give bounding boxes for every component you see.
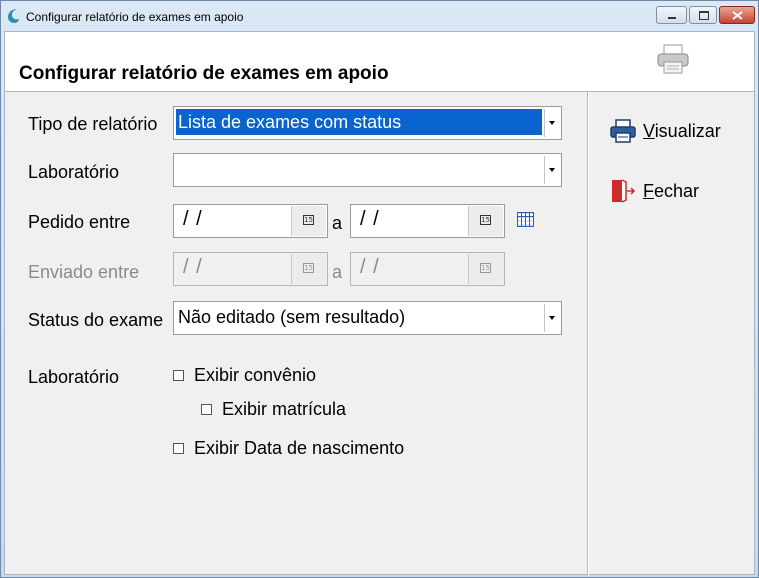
checkbox-box[interactable]: [173, 443, 184, 454]
tipo-relatorio-select[interactable]: Lista de exames com status: [173, 106, 562, 140]
enviado-from-value: / /: [183, 256, 203, 278]
laboratorio-label: Laboratório: [28, 162, 120, 182]
exibir-matricula-label: Exibir matrícula: [222, 399, 347, 419]
exit-door-icon: [612, 179, 636, 203]
printer-icon: [657, 44, 689, 74]
close-button[interactable]: [719, 6, 755, 24]
visualizar-button[interactable]: Visualizar: [609, 118, 721, 144]
app-window: Configurar relatório de exames em apoio …: [0, 0, 759, 578]
exibir-nascimento-checkbox[interactable]: Exibir Data de nascimento: [173, 438, 404, 459]
header-panel: Configurar relatório de exames em apoio: [5, 32, 754, 92]
pedido-to-date[interactable]: / / 15: [350, 204, 505, 238]
calendar-icon: 15: [303, 263, 314, 273]
fechar-label: Fechar: [643, 180, 700, 201]
status-exame-value: Não editado (sem resultado): [178, 307, 406, 327]
close-icon: [732, 11, 743, 20]
pedido-from-value: / /: [183, 208, 203, 230]
status-exame-select[interactable]: Não editado (sem resultado): [173, 301, 562, 335]
chevron-down-icon[interactable]: [544, 304, 560, 332]
laboratorio-value: [176, 156, 542, 182]
visualizar-label: Visualizar: [643, 120, 721, 141]
calendar-icon: 15: [303, 215, 314, 225]
enviado-from-date: / / 15: [173, 252, 328, 286]
enviado-to-date: / / 15: [350, 252, 505, 286]
vertical-divider: [587, 92, 589, 576]
printer-icon: [610, 119, 636, 143]
title-bar[interactable]: Configurar relatório de exames em apoio: [1, 1, 758, 31]
tipo-relatorio-value: Lista de exames com status: [176, 109, 542, 135]
exibir-convenio-label: Exibir convênio: [194, 365, 317, 385]
maximize-icon: [699, 11, 709, 20]
maximize-button[interactable]: [689, 6, 717, 24]
enviado-to-value: / /: [360, 256, 380, 278]
checkbox-box[interactable]: [173, 370, 184, 381]
minimize-icon: [668, 17, 676, 19]
checkbox-box[interactable]: [201, 404, 212, 415]
enviado-entre-label: Enviado entre: [28, 262, 140, 282]
pedido-range-separator: a: [332, 213, 343, 233]
enviado-to-calendar-button: 15: [468, 254, 503, 284]
pedido-to-calendar-button[interactable]: 15: [468, 206, 503, 236]
laboratorio-select[interactable]: [173, 153, 562, 187]
dialog-body: Configurar relatório de exames em apoio …: [4, 31, 755, 576]
minimize-button[interactable]: [656, 6, 687, 24]
exibir-convenio-checkbox[interactable]: Exibir convênio: [173, 365, 316, 386]
app-icon: [8, 9, 19, 23]
page-title: Configurar relatório de exames em apoio: [19, 63, 389, 84]
chevron-down-icon[interactable]: [544, 156, 560, 184]
pedido-from-calendar-button[interactable]: 15: [291, 206, 326, 236]
window-title: Configurar relatório de exames em apoio: [26, 10, 244, 24]
exibir-matricula-checkbox[interactable]: Exibir matrícula: [201, 399, 346, 420]
laboratorio-options-label: Laboratório: [28, 367, 120, 387]
fechar-button[interactable]: Fechar: [609, 178, 699, 204]
pedido-to-value: / /: [360, 208, 380, 230]
exibir-nascimento-label: Exibir Data de nascimento: [194, 438, 405, 458]
status-exame-label: Status do exame: [28, 310, 164, 330]
calendar-icon: 15: [480, 215, 491, 225]
tipo-relatorio-label: Tipo de relatório: [28, 114, 158, 134]
calendar-icon: 15: [480, 263, 491, 273]
enviado-range-separator: a: [332, 262, 343, 282]
pedido-from-date[interactable]: / / 15: [173, 204, 328, 238]
enviado-from-calendar-button: 15: [291, 254, 326, 284]
chevron-down-icon[interactable]: [544, 109, 560, 137]
table-grid-icon[interactable]: [517, 212, 534, 227]
pedido-entre-label: Pedido entre: [28, 212, 131, 232]
